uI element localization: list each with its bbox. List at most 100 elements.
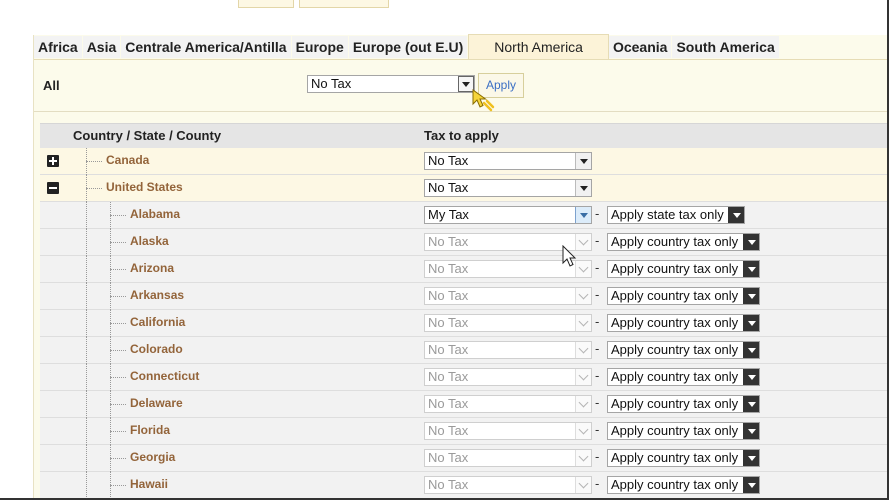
- tree-connector: [110, 377, 126, 378]
- tree-connector: [86, 472, 87, 499]
- state-mode-select-value: Apply country tax only: [611, 450, 739, 465]
- tab-centrale-america-antilla[interactable]: Centrale America/Antilla: [121, 36, 292, 58]
- separator-dash: -: [595, 422, 600, 437]
- state-mode-select[interactable]: Apply country tax only: [607, 233, 760, 251]
- chevron-down-icon[interactable]: [575, 207, 591, 223]
- tab-europe-out-e-u[interactable]: Europe (out E.U): [348, 36, 469, 58]
- state-mode-select[interactable]: Apply country tax only: [607, 368, 760, 386]
- state-mode-select[interactable]: Apply country tax only: [607, 395, 760, 413]
- top-button-right[interactable]: [299, 0, 389, 8]
- state-tax-select[interactable]: No Tax: [424, 449, 592, 467]
- country-row: United States No Tax: [40, 175, 889, 202]
- state-mode-select[interactable]: Apply country tax only: [607, 314, 760, 332]
- state-name[interactable]: Georgia: [130, 450, 175, 464]
- state-tax-select-value: No Tax: [428, 369, 469, 384]
- chevron-down-icon[interactable]: [575, 288, 591, 304]
- state-tax-select-value: No Tax: [428, 342, 469, 357]
- expand-icon[interactable]: [47, 155, 59, 167]
- state-name[interactable]: Arizona: [130, 261, 174, 275]
- tab-asia[interactable]: Asia: [82, 36, 122, 58]
- state-row: Georgia No Tax - Apply country tax only: [40, 445, 889, 472]
- state-tax-select-value: No Tax: [428, 315, 469, 330]
- chevron-down-icon[interactable]: [743, 477, 759, 493]
- state-mode-select[interactable]: Apply country tax only: [607, 422, 760, 440]
- state-name[interactable]: Alabama: [130, 207, 180, 221]
- chevron-down-icon[interactable]: [743, 450, 759, 466]
- state-mode-select-value: Apply country tax only: [611, 234, 739, 249]
- state-tax-select[interactable]: No Tax: [424, 287, 592, 305]
- chevron-down-icon[interactable]: [743, 342, 759, 358]
- state-mode-select-value: Apply country tax only: [611, 477, 739, 492]
- chevron-down-icon[interactable]: [743, 423, 759, 439]
- state-row: Colorado No Tax - Apply country tax only: [40, 337, 889, 364]
- country-name[interactable]: United States: [106, 180, 183, 194]
- state-name[interactable]: California: [130, 315, 185, 329]
- state-row: Arkansas No Tax - Apply country tax only: [40, 283, 889, 310]
- country-tax-select[interactable]: No Tax: [424, 152, 592, 170]
- state-tax-select[interactable]: No Tax: [424, 476, 592, 494]
- state-mode-select[interactable]: Apply country tax only: [607, 449, 760, 467]
- tree-connector: [110, 215, 126, 216]
- country-tax-select[interactable]: No Tax: [424, 179, 592, 197]
- tab-north-america[interactable]: North America: [468, 34, 609, 59]
- all-tax-select[interactable]: No Tax: [307, 75, 475, 93]
- state-name[interactable]: Hawaii: [130, 477, 168, 491]
- state-name[interactable]: Alaska: [130, 234, 169, 248]
- state-mode-select-value: Apply state tax only: [611, 207, 724, 222]
- chevron-down-icon[interactable]: [575, 396, 591, 412]
- state-tax-select[interactable]: No Tax: [424, 314, 592, 332]
- state-mode-select[interactable]: Apply country tax only: [607, 260, 760, 278]
- chevron-down-icon[interactable]: [575, 342, 591, 358]
- collapse-icon[interactable]: [47, 182, 59, 194]
- mouse-pointer-icon: [562, 245, 577, 267]
- column-country: Country / State / County: [73, 128, 222, 143]
- separator-dash: -: [595, 395, 600, 410]
- chevron-down-icon[interactable]: [743, 315, 759, 331]
- state-tax-select[interactable]: No Tax: [424, 422, 592, 440]
- state-name[interactable]: Colorado: [130, 342, 183, 356]
- state-name[interactable]: Connecticut: [130, 369, 199, 383]
- chevron-down-icon[interactable]: [575, 423, 591, 439]
- tab-south-america[interactable]: South America: [672, 36, 780, 58]
- chevron-down-icon[interactable]: [743, 261, 759, 277]
- chevron-down-icon[interactable]: [743, 288, 759, 304]
- state-mode-select[interactable]: Apply state tax only: [607, 206, 745, 224]
- chevron-down-icon[interactable]: [575, 315, 591, 331]
- tab-africa[interactable]: Africa: [34, 36, 83, 58]
- state-tax-select[interactable]: No Tax: [424, 395, 592, 413]
- state-name[interactable]: Florida: [130, 423, 170, 437]
- state-tax-select[interactable]: No Tax: [424, 368, 592, 386]
- state-mode-select[interactable]: Apply country tax only: [607, 476, 760, 494]
- state-name[interactable]: Arkansas: [130, 288, 184, 302]
- country-tax-select-value: No Tax: [428, 180, 469, 195]
- chevron-down-icon[interactable]: [743, 234, 759, 250]
- tree-connector: [110, 350, 126, 351]
- chevron-down-icon[interactable]: [575, 369, 591, 385]
- state-mode-select[interactable]: Apply country tax only: [607, 341, 760, 359]
- chevron-down-icon[interactable]: [743, 396, 759, 412]
- state-name[interactable]: Delaware: [130, 396, 183, 410]
- state-mode-select-value: Apply country tax only: [611, 369, 739, 384]
- tree-connector: [86, 418, 87, 445]
- state-mode-select[interactable]: Apply country tax only: [607, 287, 760, 305]
- state-tax-select[interactable]: No Tax: [424, 341, 592, 359]
- state-mode-select-value: Apply country tax only: [611, 315, 739, 330]
- chevron-down-icon[interactable]: [743, 369, 759, 385]
- chevron-down-icon[interactable]: [575, 153, 591, 169]
- top-button-left[interactable]: [238, 0, 294, 8]
- separator-dash: -: [595, 314, 600, 329]
- state-tax-select-value: No Tax: [428, 396, 469, 411]
- chevron-down-icon[interactable]: [575, 180, 591, 196]
- chevron-down-icon[interactable]: [575, 477, 591, 493]
- country-name[interactable]: Canada: [106, 153, 149, 167]
- tab-oceania[interactable]: Oceania: [608, 36, 673, 58]
- chevron-down-icon[interactable]: [575, 450, 591, 466]
- tree-connector: [86, 148, 87, 175]
- tree-connector: [86, 283, 87, 310]
- state-tax-select[interactable]: My Tax: [424, 206, 592, 224]
- chevron-down-icon[interactable]: [728, 207, 744, 223]
- tree-connector: [86, 445, 87, 472]
- state-mode-select-value: Apply country tax only: [611, 396, 739, 411]
- state-tax-select-value: My Tax: [428, 207, 469, 222]
- tab-europe[interactable]: Europe: [291, 36, 349, 58]
